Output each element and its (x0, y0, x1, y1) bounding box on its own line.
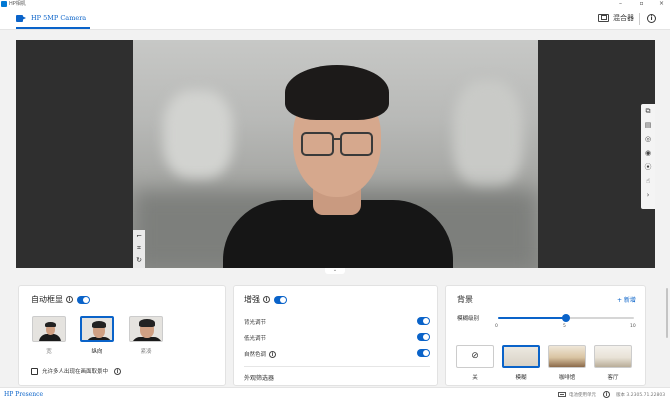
version-text: 版本 3.2305.71.22803 (616, 393, 666, 398)
frame-option-label: 纵向 (91, 349, 103, 355)
enhance-toggle[interactable] (274, 295, 287, 304)
rotate-icon[interactable]: ↻ (133, 254, 145, 266)
info-icon[interactable]: i (647, 14, 656, 23)
picture-in-picture-icon (598, 14, 609, 22)
app-header: HP 5MP Camera 混合器 i (0, 9, 670, 30)
slider-min-label: 0 (495, 324, 498, 329)
camera-snapshot-icon[interactable]: ◎ (641, 132, 655, 146)
preview-right-toolbar: ⧉ ▤ ◎ ◉ ⦿ ☝ › (641, 104, 655, 209)
background-option-cafe[interactable] (548, 345, 586, 368)
autoframe-toggle[interactable] (77, 295, 90, 304)
info-icon[interactable]: i (66, 296, 73, 303)
scrollbar[interactable] (666, 288, 668, 338)
divider (244, 366, 430, 367)
background-option-label: 客厅 (607, 375, 619, 381)
info-icon[interactable]: i (269, 350, 277, 358)
frame-option-label: 宽 (46, 349, 52, 355)
slider-max-label: 10 (630, 324, 636, 329)
background-option-off[interactable]: ⊘ (456, 345, 494, 368)
title-bar: HP相机 – ▫ × (0, 0, 670, 9)
autoframe-header: 自动框显 i (31, 294, 90, 305)
blur-slider[interactable] (498, 314, 634, 322)
lowlight-row: 低光调节 (244, 332, 430, 344)
slider-mid-label: 5 (563, 324, 566, 329)
autoframe-panel: 自动框显 i 宽 纵向 紧凑 允许多人出现在画面取景中 i (18, 285, 226, 386)
add-background-button[interactable]: + 新增 (617, 295, 636, 304)
broadcast-icon[interactable]: ⦿ (641, 160, 655, 174)
background-option-label: 咖啡馆 (558, 375, 576, 381)
document-icon[interactable]: ▤ (641, 118, 655, 132)
natural-tone-label: 自然色调 (244, 352, 267, 358)
enhance-title: 增强 (244, 295, 260, 304)
battery-icon (558, 392, 566, 397)
background-title: 背景 (457, 295, 473, 304)
background-panel: 背景 + 新增 模糊级别 0 5 10 ⊘ 关 模糊 咖啡馆 客厅 (445, 285, 646, 386)
camera-tab[interactable]: HP 5MP Camera (16, 9, 91, 29)
preview-left-toolbar: ⌐ ⌗ ↻ (133, 230, 145, 268)
autoframe-title: 自动框显 (31, 295, 63, 304)
status-bar: HP Presence 电池使用单元 i 版本 3.2305.71.22803 (0, 387, 670, 401)
background-option-label: 关 (472, 375, 478, 381)
app-logo-icon (1, 1, 7, 7)
frame-icon[interactable]: ⌗ (133, 242, 145, 254)
frame-option-portrait[interactable] (80, 316, 114, 342)
maximize-button[interactable]: ▫ (635, 0, 648, 9)
brand-label: HP Presence (4, 391, 44, 398)
multi-person-option[interactable]: 允许多人出现在画面取景中 i (31, 367, 122, 375)
close-button[interactable]: × (655, 0, 668, 9)
blur-slider-thumb[interactable] (562, 314, 570, 322)
frame-option-label: 紧凑 (140, 349, 152, 355)
frame-option-tight[interactable] (129, 316, 163, 342)
enhance-panel: 增强 i 背光调节 低光调节 自然色调 i 外观筛选器 (233, 285, 438, 386)
info-icon[interactable]: i (114, 367, 122, 375)
camera-tab-label: HP 5MP Camera (31, 14, 87, 22)
mixer-label: 混合器 (613, 14, 634, 22)
lowlight-label: 低光调节 (244, 336, 267, 342)
backlight-row: 背光调节 (244, 316, 430, 328)
minimize-button[interactable]: – (614, 0, 627, 9)
video-feed (133, 40, 538, 268)
record-icon[interactable]: ◉ (641, 146, 655, 160)
info-icon[interactable]: i (603, 391, 610, 398)
window-title: HP相机 (9, 1, 26, 7)
gesture-icon[interactable]: ☝ (641, 174, 655, 188)
multi-person-checkbox[interactable] (31, 367, 38, 375)
background-option-blur[interactable] (502, 345, 540, 368)
natural-tone-toggle[interactable] (417, 349, 430, 357)
no-background-icon: ⊘ (471, 351, 479, 361)
appearance-filter-label[interactable]: 外观筛选器 (244, 373, 274, 382)
natural-tone-row: 自然色调 i (244, 348, 430, 360)
lowlight-toggle[interactable] (417, 333, 430, 341)
background-option-living-room[interactable] (594, 345, 632, 368)
camera-icon (16, 14, 26, 22)
popout-icon[interactable]: ⧉ (641, 104, 655, 118)
backlight-toggle[interactable] (417, 317, 430, 325)
blur-slider-fill (498, 317, 566, 319)
camera-preview: ⌐ ⌗ ↻ ⧉ ▤ ◎ ◉ ⦿ ☝ › (16, 40, 655, 268)
chevron-right-icon[interactable]: › (641, 188, 655, 202)
collapse-handle[interactable]: ⌄ (325, 268, 345, 274)
frame-option-wide[interactable] (32, 316, 66, 342)
crop-icon[interactable]: ⌐ (133, 230, 145, 242)
background-option-label: 模糊 (515, 375, 527, 381)
battery-text: 电池使用单元 (569, 393, 596, 398)
backlight-label: 背光调节 (244, 320, 267, 326)
mixer-button[interactable]: 混合器 (598, 13, 634, 23)
info-icon[interactable]: i (263, 296, 270, 303)
header-divider (639, 13, 640, 25)
enhance-header: 增强 i (244, 294, 287, 305)
blur-level-label: 模糊级别 (457, 316, 480, 322)
multi-person-label: 允许多人出现在画面取景中 (42, 369, 109, 375)
